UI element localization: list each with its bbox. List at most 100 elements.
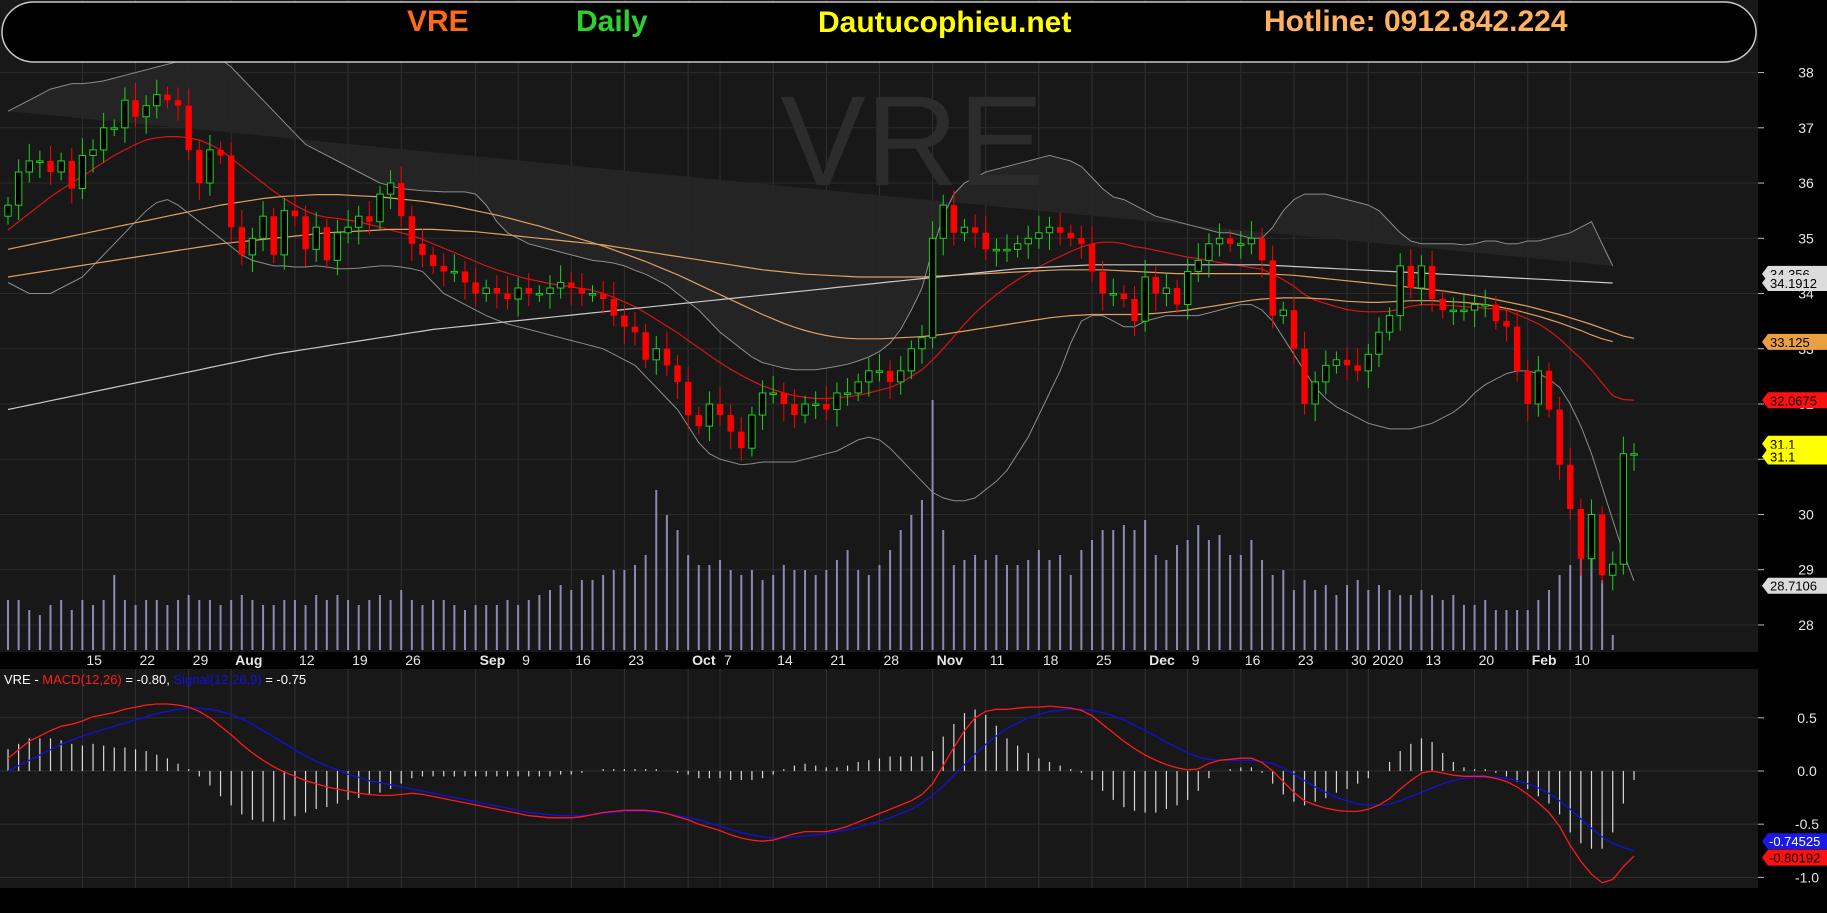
x-tick-label: 29 <box>193 652 209 668</box>
x-tick-label: Aug <box>235 652 262 668</box>
candle-body <box>1567 464 1574 509</box>
candle-body <box>1470 304 1479 311</box>
candle-body <box>1439 299 1446 311</box>
candle-body <box>1194 259 1202 272</box>
candle-body <box>206 149 214 184</box>
candle-body <box>4 204 12 217</box>
candle-body <box>164 94 171 101</box>
candle-body <box>1396 265 1404 317</box>
candle-body <box>1449 309 1458 313</box>
header-period: Daily <box>576 5 648 38</box>
candle-body <box>185 105 192 150</box>
candle-body <box>939 204 947 239</box>
candle-body <box>78 154 87 190</box>
candle-body <box>663 348 671 366</box>
x-tick-label: 9 <box>1192 652 1200 668</box>
candle-body <box>419 243 426 255</box>
candle-body <box>472 282 479 294</box>
candle-body <box>556 281 565 289</box>
candle-body <box>57 160 65 173</box>
candle-body <box>280 210 289 256</box>
candle-body <box>1503 321 1510 327</box>
candle-body <box>1545 370 1553 410</box>
candle-body <box>1619 453 1628 565</box>
candle-body <box>1630 453 1638 456</box>
header-site: Dautucophieu.net <box>818 6 1071 39</box>
candle-body <box>514 287 522 300</box>
candle-body <box>1609 563 1617 576</box>
candle-body <box>1492 304 1500 322</box>
candle-body <box>1269 260 1276 316</box>
candle-body <box>1513 326 1521 371</box>
candle-body <box>196 149 203 184</box>
candle-body <box>811 403 820 406</box>
candle-body <box>440 265 447 272</box>
candle-body <box>1099 271 1106 294</box>
candle-body <box>886 370 894 382</box>
candle-body <box>1162 287 1171 295</box>
candle-body <box>1131 299 1138 322</box>
candle-body <box>450 270 459 274</box>
candle-body <box>1088 243 1096 272</box>
candle-body <box>674 365 681 382</box>
candle-body <box>758 392 767 416</box>
macd-value-tag-label: -0.74525 <box>1769 834 1820 849</box>
candle-body <box>525 288 532 294</box>
candle-body <box>1237 243 1245 246</box>
candle-body <box>854 381 862 394</box>
candle-body <box>1003 248 1011 252</box>
candle-body <box>1407 265 1415 288</box>
x-tick-label: 9 <box>522 652 530 668</box>
macd-tick-label: 0.0 <box>1797 763 1817 779</box>
candle-body <box>1587 513 1596 560</box>
price-tag-label: 28.7106 <box>1770 579 1817 594</box>
candle-body <box>928 237 937 339</box>
candle-body <box>1375 331 1383 355</box>
candle-body <box>89 149 97 156</box>
x-tick-label: 14 <box>777 652 793 668</box>
candle-body <box>960 226 969 234</box>
candle-body <box>631 326 639 333</box>
candle-body <box>1301 348 1308 404</box>
macd-legend: VRE - MACD(12,26) = -0.80, Signal(12,26,… <box>4 672 306 687</box>
candle-body <box>429 254 437 266</box>
x-tick-label: 30 <box>1351 652 1367 668</box>
candle-body <box>918 337 926 350</box>
candle-body <box>1247 237 1256 245</box>
candle-body <box>259 215 267 239</box>
candle-body <box>1428 265 1436 300</box>
candle-body <box>248 237 257 256</box>
candle-body <box>1332 359 1341 366</box>
candle-body <box>748 414 756 449</box>
candle-body <box>907 348 916 372</box>
candle-body <box>291 210 299 217</box>
candle-body <box>132 100 139 117</box>
price-tag: 34.1912 <box>1762 274 1827 291</box>
candle-body <box>344 226 352 234</box>
candle-body <box>1279 309 1287 317</box>
x-tick-label: Feb <box>1532 652 1557 668</box>
candle-body <box>727 415 734 432</box>
candle-body <box>833 392 841 411</box>
candle-body <box>1556 409 1563 465</box>
candle-body <box>25 160 33 173</box>
x-tick-label: 26 <box>405 652 421 668</box>
watermark: VRE <box>780 70 1043 213</box>
candle-body <box>1013 243 1022 250</box>
candle-body <box>1524 370 1531 404</box>
x-tick-label: 23 <box>628 652 644 668</box>
candle-body <box>535 293 544 296</box>
x-tick-label: 28 <box>883 652 899 668</box>
candle-body <box>801 403 809 416</box>
x-tick-label: 11 <box>990 652 1005 668</box>
candle-body <box>398 183 405 217</box>
macd-legend-part: MACD(12,26) <box>42 672 121 687</box>
price-tag: 32.0675 <box>1762 392 1827 409</box>
x-tick-label: Nov <box>937 652 964 668</box>
candle-body <box>1322 364 1330 383</box>
candle-body <box>1258 238 1266 261</box>
x-tick-label: 10 <box>1574 652 1590 668</box>
candle-body <box>174 100 182 106</box>
candle-body <box>780 392 788 404</box>
price-tick-label: 36 <box>1798 175 1814 191</box>
